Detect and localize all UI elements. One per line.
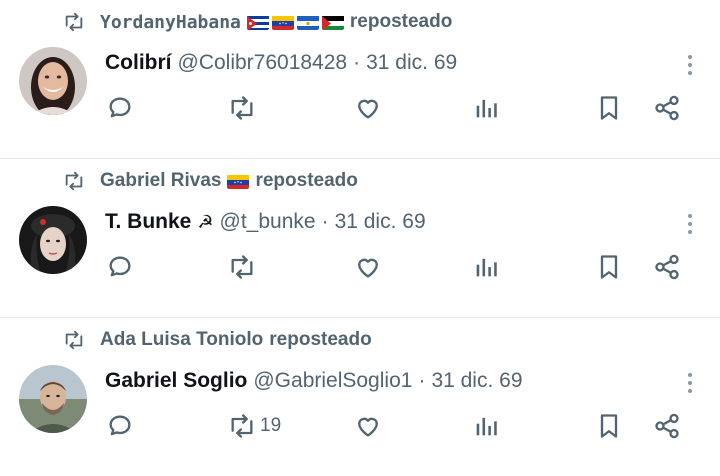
cuba-flag — [246, 15, 269, 30]
repost-context: YordanyHabana reposteado — [60, 8, 452, 36]
avatar[interactable] — [19, 365, 87, 433]
more-vertical-icon[interactable] — [686, 372, 694, 394]
author-handle[interactable]: @GabrielSoglio1 — [253, 369, 412, 393]
like-button[interactable] — [354, 406, 382, 446]
views-icon — [476, 258, 497, 277]
repost-button[interactable] — [228, 247, 260, 287]
reply-button[interactable] — [106, 247, 134, 287]
post-date[interactable]: 31 dic. 69 — [366, 51, 457, 75]
timeline-post[interactable]: Gabriel Rivas reposteado T. Bunke ☭ @t_b… — [0, 159, 720, 318]
more-vertical-icon[interactable] — [686, 54, 694, 76]
post-header: Gabriel Soglio @GabrielSoglio1 · 31 dic.… — [105, 365, 523, 397]
bookmark-icon — [600, 96, 618, 120]
repost-icon — [65, 12, 83, 32]
repost-icon — [65, 171, 83, 191]
reply-button[interactable] — [106, 406, 134, 446]
action-bar — [106, 247, 688, 287]
views-button[interactable] — [472, 88, 500, 128]
share-button[interactable] — [653, 247, 681, 287]
views-icon — [476, 417, 497, 436]
bookmark-button[interactable] — [595, 88, 623, 128]
share-icon — [655, 413, 679, 439]
author-name[interactable]: Colibrí — [105, 51, 172, 75]
repost-context: Ada Luisa Toniolo reposteado — [60, 326, 372, 354]
nicaragua-flag — [296, 15, 319, 30]
meta-separator: · — [321, 210, 329, 233]
bookmark-icon — [600, 255, 618, 279]
reply-button[interactable] — [106, 88, 134, 128]
post-date[interactable]: 31 dic. 69 — [335, 210, 426, 234]
repost-button[interactable]: 19 — [228, 406, 281, 446]
author-handle[interactable]: @t_bunke — [220, 210, 316, 234]
repost-button[interactable] — [228, 88, 260, 128]
venezuela-flag — [271, 15, 294, 30]
like-button[interactable] — [354, 88, 382, 128]
action-bar — [106, 88, 688, 128]
meta-separator: · — [418, 369, 426, 392]
timeline-post[interactable]: Ada Luisa Toniolo reposteado Gabriel Sog… — [0, 318, 720, 476]
views-button[interactable] — [472, 247, 500, 287]
reposted-suffix: reposteado — [269, 329, 372, 350]
bookmark-button[interactable] — [595, 247, 623, 287]
reposted-suffix: reposteado — [349, 11, 453, 32]
bookmark-icon — [600, 414, 618, 438]
post-header: T. Bunke ☭ @t_bunke · 31 dic. 69 — [105, 206, 426, 238]
repost-icon — [65, 330, 83, 350]
repost-icon — [231, 255, 253, 279]
heart-icon — [358, 258, 378, 278]
views-button[interactable] — [472, 406, 500, 446]
repost-count: 19 — [260, 415, 282, 436]
author-name[interactable]: Gabriel Soglio — [105, 369, 247, 393]
reposter-flags — [227, 174, 250, 189]
reply-icon — [109, 97, 131, 118]
reposter-name[interactable]: Ada Luisa Toniolo — [100, 329, 263, 351]
repost-context: Gabriel Rivas reposteado — [60, 167, 358, 195]
views-icon — [476, 99, 497, 118]
share-button[interactable] — [653, 88, 681, 128]
action-bar: 19 — [106, 406, 688, 446]
repost-label: YordanyHabana reposteado — [100, 11, 452, 33]
reposter-flags — [246, 15, 344, 30]
post-date[interactable]: 31 dic. 69 — [431, 369, 522, 393]
post-header: Colibrí @Colibr76018428 · 31 dic. 69 — [105, 47, 457, 79]
hammer-sickle-emoji: ☭ — [197, 211, 214, 233]
meta-separator: · — [353, 51, 361, 74]
avatar[interactable] — [19, 206, 87, 274]
more-vertical-icon[interactable] — [686, 213, 694, 235]
repost-icon — [231, 96, 253, 120]
share-button[interactable] — [653, 406, 681, 446]
timeline-post[interactable]: YordanyHabana reposteado Colibrí @Colibr… — [0, 0, 720, 159]
reposter-name[interactable]: Gabriel Rivas — [100, 170, 221, 192]
share-icon — [655, 95, 679, 121]
reply-icon — [109, 256, 131, 277]
reposter-name[interactable]: YordanyHabana — [100, 12, 241, 33]
reposted-suffix: reposteado — [255, 170, 358, 191]
like-button[interactable] — [354, 247, 382, 287]
repost-label: Ada Luisa Toniolo reposteado — [100, 329, 372, 351]
heart-icon — [358, 417, 378, 437]
author-handle[interactable]: @Colibr76018428 — [178, 51, 348, 75]
reply-icon — [109, 415, 131, 436]
author-name[interactable]: T. Bunke — [105, 210, 191, 234]
repost-label: Gabriel Rivas reposteado — [100, 170, 358, 192]
heart-icon — [358, 99, 378, 119]
palestine-flag — [321, 15, 344, 30]
repost-icon — [231, 414, 253, 438]
avatar[interactable] — [19, 47, 87, 115]
share-icon — [655, 254, 679, 280]
venezuela-flag — [227, 174, 250, 189]
bookmark-button[interactable] — [595, 406, 623, 446]
